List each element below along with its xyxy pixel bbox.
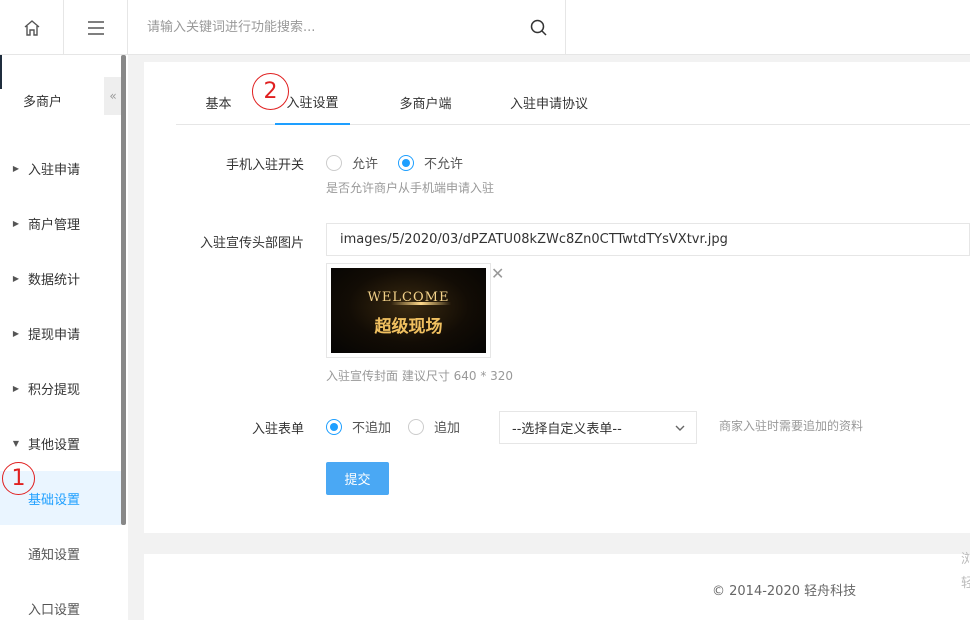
radio-circle: [326, 154, 342, 171]
search-bar: [128, 0, 566, 55]
radio-circle-selected: [398, 154, 414, 171]
sidebar-scrollbar[interactable]: [121, 55, 126, 525]
sidebar-title: 多商户: [23, 95, 63, 110]
radio-label: 允许: [352, 157, 379, 172]
chevron-down-icon: [675, 425, 685, 431]
sidebar-item-withdraw[interactable]: ▶ 提现申请: [0, 306, 121, 360]
top-bar: [0, 0, 970, 55]
sidebar: 多商户 « ▶ 入驻申请 ▶ 商户管理 ▶ 数据统计 ▶ 提现申请 ▶ 积分提现…: [0, 55, 128, 620]
caret-right-icon: ▶: [12, 273, 20, 283]
radio-circle-selected: [326, 418, 342, 435]
banner-label: 入驻宣传头部图片: [199, 236, 304, 251]
sidebar-item-points-withdraw[interactable]: ▶ 积分提现: [0, 361, 121, 415]
radio-circle: [408, 418, 424, 435]
radio-disallow[interactable]: 不允许: [398, 153, 463, 172]
remove-image-icon[interactable]: ✕: [491, 266, 504, 282]
sidebar-item-label: 积分提现: [28, 382, 81, 398]
radio-no-append[interactable]: 不追加: [326, 417, 391, 436]
sidebar-subitem-basic-settings[interactable]: 基础设置: [0, 471, 121, 525]
caret-right-icon: ▶: [12, 328, 20, 338]
edge-text-fragment: 浏: [961, 552, 970, 567]
banner-image-flare: [391, 302, 451, 305]
home-icon: [24, 19, 39, 36]
submit-button[interactable]: 提交: [326, 462, 389, 495]
custom-form-select[interactable]: --选择自定义表单--: [499, 411, 697, 444]
sidebar-item-label: 提现申请: [28, 327, 81, 343]
sidebar-item-label: 数据统计: [28, 272, 81, 288]
caret-right-icon: ▶: [12, 383, 20, 393]
mobile-switch-label: 手机入驻开关: [225, 158, 304, 173]
mobile-switch-help: 是否允许商户从手机端申请入驻: [326, 181, 495, 195]
hamburger-icon: [87, 20, 104, 35]
entry-form-help: 商家入驻时需要追加的资料: [719, 419, 864, 433]
tab-multi-merchant[interactable]: 多商户端: [382, 80, 469, 124]
sidebar-item-other-settings[interactable]: ▼ 其他设置: [0, 416, 121, 470]
search-input[interactable]: [128, 0, 565, 55]
tab-entry-settings[interactable]: 入驻设置: [275, 80, 350, 125]
radio-label: 不追加: [352, 421, 392, 436]
banner-thumbnail: WELCOME 超级现场: [326, 263, 491, 358]
collapse-sidebar-button[interactable]: «: [104, 77, 122, 115]
radio-label: 不允许: [424, 157, 464, 172]
edge-text-fragment: 轻: [961, 576, 970, 591]
caret-right-icon: ▶: [12, 163, 20, 173]
sidebar-item-merchants[interactable]: ▶ 商户管理: [0, 196, 121, 250]
entry-form-label: 入驻表单: [251, 422, 304, 437]
sidebar-item-stats[interactable]: ▶ 数据统计: [0, 251, 121, 305]
tab-entry-agreement[interactable]: 入驻申请协议: [494, 80, 604, 124]
sidebar-item-label: 其他设置: [28, 437, 81, 453]
search-icon[interactable]: [530, 19, 547, 36]
sidebar-item-label: 商户管理: [28, 217, 81, 233]
tab-bar: 基本 入驻设置 多商户端 入驻申请协议: [176, 80, 970, 125]
copyright-text: © 2014-2020 轻舟科技: [712, 584, 857, 599]
banner-image: WELCOME 超级现场: [331, 268, 486, 353]
tab-basic[interactable]: 基本: [176, 80, 261, 124]
sidebar-edge: [0, 55, 2, 89]
banner-path-input[interactable]: [326, 223, 970, 256]
radio-allow[interactable]: 允许: [326, 153, 378, 172]
settings-card: 基本 入驻设置 多商户端 入驻申请协议 手机入驻开关 允许 不允许 是否允许商户…: [144, 62, 970, 533]
sidebar-item-apply[interactable]: ▶ 入驻申请: [0, 141, 121, 195]
select-value: --选择自定义表单--: [512, 422, 622, 437]
caret-right-icon: ▶: [12, 218, 20, 228]
caret-down-icon: ▼: [12, 438, 20, 448]
sidebar-subitem-entry-settings[interactable]: 入口设置: [0, 581, 121, 620]
sidebar-item-label: 入驻申请: [28, 162, 81, 178]
footer: © 2014-2020 轻舟科技: [144, 554, 970, 620]
radio-label: 追加: [434, 421, 461, 436]
radio-append[interactable]: 追加: [408, 417, 460, 436]
home-button[interactable]: [0, 0, 64, 55]
banner-help: 入驻宣传封面 建议尺寸 640 * 320: [326, 369, 514, 383]
banner-image-text-main: 超级现场: [374, 317, 443, 337]
sidebar-subitem-notify-settings[interactable]: 通知设置: [0, 526, 121, 580]
menu-toggle-button[interactable]: [64, 0, 128, 55]
double-chevron-left-icon: «: [109, 89, 117, 103]
